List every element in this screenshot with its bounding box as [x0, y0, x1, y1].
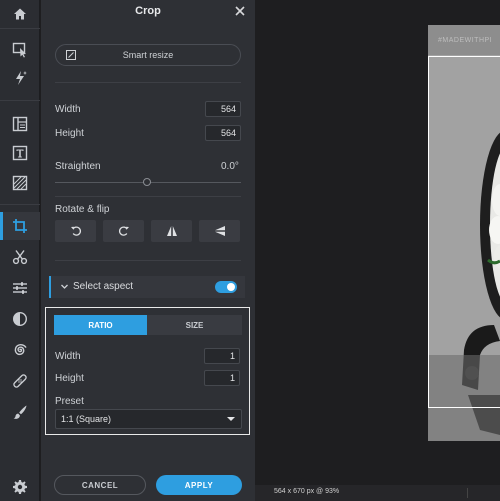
width-label: Width	[55, 104, 81, 115]
layout-tool[interactable]	[0, 110, 40, 138]
preset-value: 1:1 (Square)	[61, 414, 112, 424]
tab-ratio[interactable]: RATIO	[54, 315, 147, 335]
select-aspect-row[interactable]: Select aspect	[49, 276, 245, 298]
smart-resize-label: Smart resize	[122, 50, 174, 60]
photo-editor: Crop Smart resize Width 564 Height 564 S…	[0, 0, 500, 501]
text-icon	[12, 145, 28, 161]
rail-divider	[0, 28, 40, 29]
crop-panel: Crop Smart resize Width 564 Height 564 S…	[41, 0, 255, 501]
select-tool[interactable]	[0, 36, 40, 64]
height-label: Height	[55, 128, 84, 139]
apply-button[interactable]: APPLY	[156, 475, 242, 495]
tab-size[interactable]: SIZE	[147, 315, 242, 335]
divider	[55, 196, 241, 197]
panel-header: Crop	[41, 0, 255, 24]
brush-tool[interactable]	[0, 398, 40, 426]
straighten-label: Straighten	[55, 161, 101, 172]
rotate-right-icon	[118, 226, 129, 236]
flip-vertical-icon	[214, 226, 225, 236]
spiral-tool[interactable]	[0, 336, 40, 364]
flip-horizontal-button[interactable]	[151, 220, 192, 242]
straighten-value: 0.0°	[221, 161, 239, 172]
select-aspect-label: Select aspect	[73, 281, 134, 292]
select-icon	[12, 42, 26, 58]
close-icon[interactable]	[233, 4, 247, 18]
canvas-area[interactable]: #MADEWITHPI 564 x 670 px @ 93%	[255, 0, 500, 501]
rotate-right-button[interactable]	[103, 220, 144, 242]
flip-horizontal-icon	[166, 226, 177, 236]
width-input[interactable]: 564	[205, 101, 241, 117]
divider	[55, 260, 241, 261]
rail-divider	[0, 204, 40, 205]
tool-rail	[0, 0, 40, 501]
panel-title: Crop	[135, 5, 161, 17]
ratio-height-input[interactable]: 1	[204, 370, 240, 386]
smart-resize-button[interactable]: Smart resize	[55, 44, 241, 66]
aspect-options: RATIO SIZE Width 1 Height 1 Preset 1:1 (…	[45, 307, 250, 435]
rail-divider	[0, 100, 40, 101]
ratio-width-label: Width	[55, 351, 81, 362]
home-icon	[14, 8, 26, 20]
healing-icon	[13, 374, 27, 388]
crop-frame[interactable]	[428, 56, 500, 408]
magic-tool[interactable]	[0, 64, 40, 92]
crop-tool[interactable]	[0, 212, 40, 240]
contrast-tool[interactable]	[0, 305, 40, 333]
status-text-wrap: 564 x 670 px @ 93%	[255, 487, 500, 501]
layout-icon	[12, 116, 28, 132]
resize-icon	[66, 50, 76, 60]
preset-label: Preset	[55, 396, 84, 407]
texture-tool[interactable]	[0, 169, 40, 197]
cutout-icon	[12, 250, 28, 265]
ratio-width-input[interactable]: 1	[204, 348, 240, 364]
adjust-icon	[13, 282, 27, 294]
adjust-tool[interactable]	[0, 274, 40, 302]
caret-down-icon	[227, 417, 235, 421]
spiral-icon	[14, 344, 27, 356]
texture-icon	[12, 175, 28, 191]
flip-vertical-button[interactable]	[199, 220, 240, 242]
rotate-left-button[interactable]	[55, 220, 96, 242]
rotate-flip-label: Rotate & flip	[55, 204, 110, 215]
contrast-icon	[12, 311, 28, 327]
height-input[interactable]: 564	[205, 125, 241, 141]
preset-select[interactable]: 1:1 (Square)	[55, 409, 242, 429]
select-aspect-toggle[interactable]	[215, 281, 237, 293]
cutout-tool[interactable]	[0, 243, 40, 271]
crop-icon	[13, 219, 27, 233]
healing-tool[interactable]	[0, 367, 40, 395]
cancel-button[interactable]: CANCEL	[54, 475, 146, 495]
settings-button[interactable]	[0, 473, 40, 501]
ratio-height-label: Height	[55, 373, 84, 384]
magic-icon	[16, 71, 27, 85]
image-size-status: 564 x 670 px @ 93%	[274, 488, 340, 495]
chevron-down-icon	[61, 284, 68, 289]
rotate-left-icon	[70, 226, 81, 236]
text-tool[interactable]	[0, 139, 40, 167]
divider	[55, 82, 241, 83]
settings-icon	[13, 480, 27, 494]
straighten-slider-handle[interactable]	[143, 178, 151, 186]
home-button[interactable]	[0, 0, 40, 28]
brush-icon	[13, 405, 27, 419]
watermark: #MADEWITHPI	[438, 37, 493, 44]
